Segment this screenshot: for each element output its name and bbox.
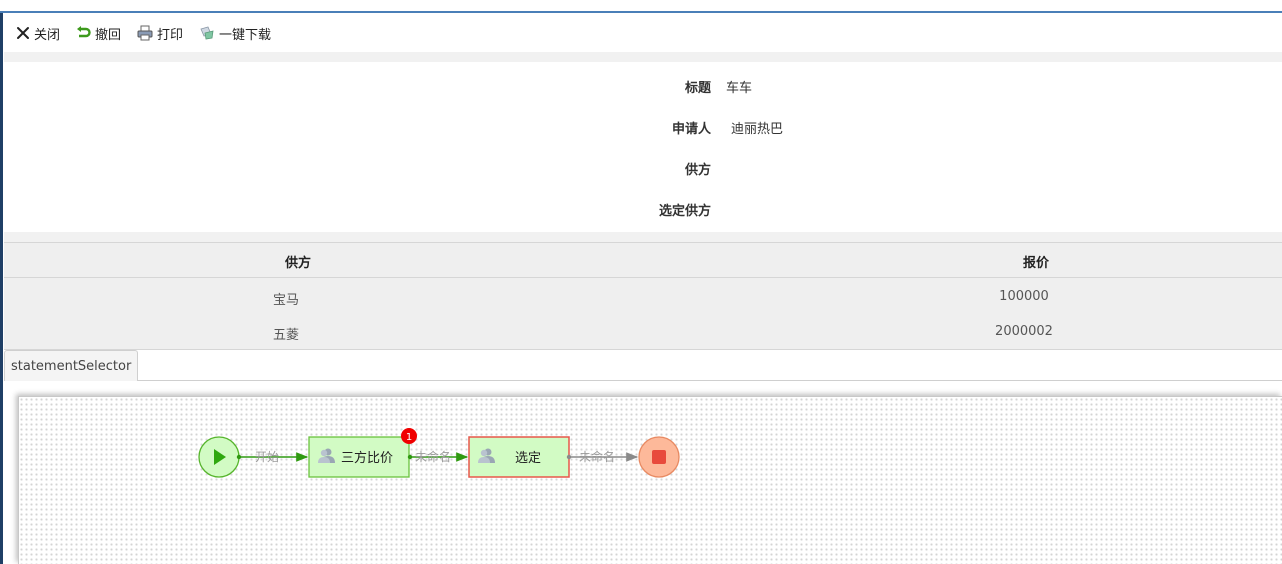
window-top-accent [0,11,1282,13]
withdraw-label: 撤回 [95,27,122,43]
table-cell-supplier: 五菱 [272,328,300,343]
start-event[interactable] [198,436,240,478]
undo-icon [77,26,91,38]
form-row-title: 标题 车车 [4,77,1282,97]
window-left-edge [0,13,3,564]
workflow-canvas[interactable]: 开始 三方比价 1 未命名 选定 未命名 [18,396,1282,564]
form-row-applicant: 申请人 迪丽热巴 [4,118,1282,138]
print-button[interactable]: 打印 [137,24,183,43]
table-cell-supplier: 宝马 [272,293,300,308]
stop-icon [652,450,666,464]
form-row-selected-supplier: 选定供方 [4,200,1282,220]
column-header-price: 报价 [1022,256,1050,271]
applicant-value: 迪丽热巴 [731,122,784,137]
badge-count: 1 [406,432,412,443]
edge-label-start: 开始 [255,450,279,464]
download-label: 一键下载 [219,27,272,43]
edge-label-unnamed-2: 未命名 [579,449,615,464]
workflow-panel: 开始 三方比价 1 未命名 选定 未命名 [4,382,1282,564]
tab-bar: statementSelector [4,350,1282,381]
quote-table: 供方 报价 宝马 100000 五菱 2000002 [4,242,1282,350]
flow-edge-start[interactable]: 开始 [236,450,309,464]
printer-icon [137,25,153,41]
table-cell-price: 2000002 [995,324,1053,339]
flow-edge-unnamed-2[interactable]: 未命名 [566,449,639,464]
withdraw-button[interactable]: 撤回 [76,24,121,43]
toolbar: 关闭 撤回 打印 一键下载 [4,14,1282,52]
task-node-comparison[interactable]: 三方比价 [308,436,410,478]
table-row[interactable]: 五菱 2000002 [4,314,1282,350]
close-label: 关闭 [34,27,61,43]
title-value: 车车 [726,81,753,96]
download-all-button[interactable]: 一键下载 [199,24,271,43]
end-event[interactable] [638,436,680,478]
table-cell-price: 100000 [999,289,1049,304]
selected-supplier-label: 选定供方 [658,204,711,219]
supplier-label: 供方 [684,163,711,178]
task-label-comparison: 三方比价 [341,450,393,466]
task-node-select[interactable]: 选定 [468,436,570,478]
print-label: 打印 [157,27,184,43]
applicant-label: 申请人 [671,122,711,137]
table-row[interactable]: 宝马 100000 [4,279,1282,315]
download-icon [200,26,214,40]
edge-label-unnamed-1: 未命名 [415,449,451,464]
tab-statement-selector[interactable]: statementSelector [4,350,139,381]
task-label-select: 选定 [515,451,541,466]
notification-badge: 1 [401,428,417,444]
close-button[interactable]: 关闭 [16,24,60,43]
detail-form: 标题 车车 申请人 迪丽热巴 供方 选定供方 [4,52,1282,242]
title-label: 标题 [684,81,711,96]
column-header-supplier: 供方 [284,256,312,271]
flow-edge-unnamed-1[interactable]: 未命名 [407,449,469,464]
close-icon [17,27,29,39]
table-header: 供方 报价 [4,243,1282,278]
form-row-supplier: 供方 [4,159,1282,179]
